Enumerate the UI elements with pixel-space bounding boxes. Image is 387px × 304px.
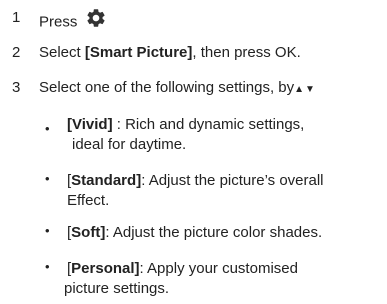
option-personal: [Personal]: Apply your customised pictur… [64, 259, 298, 299]
step-number: 3 [12, 79, 21, 96]
option-soft: [Soft]: Adjust the picture color shades. [67, 223, 322, 243]
option-description-line2: ideal for daytime. [72, 136, 187, 153]
step-text: Select [Smart Picture], then press OK. [39, 44, 301, 62]
option-description-line2: Effect. [67, 192, 110, 209]
bullet: • [45, 259, 50, 274]
step-text: Select one of the following settings, by… [39, 79, 316, 99]
option-label: [Vivid] [67, 116, 113, 133]
bullet: • [45, 121, 50, 136]
step-number: 2 [12, 44, 21, 61]
option-standard: [Standard]: Adjust the picture’s overall… [67, 171, 324, 211]
step-2-prefix: Select [39, 44, 85, 61]
step-text: Press [39, 9, 107, 36]
option-description-line2: picture settings. [64, 280, 170, 297]
bullet: • [45, 171, 50, 186]
step-3-text: Select one of the following settings, by [39, 79, 295, 96]
option-description: : Apply your customised [139, 260, 298, 277]
option-vivid: [Vivid] : Rich and dynamic settings, ide… [67, 115, 304, 155]
up-down-arrows-icon: ▲▼ [294, 84, 316, 95]
option-description: : Adjust the picture color shades. [105, 224, 323, 241]
bullet: • [45, 223, 50, 238]
smart-picture-label: [Smart Picture] [84, 44, 193, 61]
step-1-text: Press [39, 13, 78, 31]
option-label: Personal [71, 260, 135, 277]
option-label: Standard [71, 172, 137, 189]
option-description: : Rich and dynamic settings, [112, 116, 305, 133]
settings-gear-icon [85, 7, 107, 34]
step-2-suffix: , then press OK. [192, 44, 301, 61]
option-label: Soft [71, 224, 101, 241]
option-description: : Adjust the picture’s overall [141, 172, 324, 189]
step-number: 1 [12, 9, 21, 26]
